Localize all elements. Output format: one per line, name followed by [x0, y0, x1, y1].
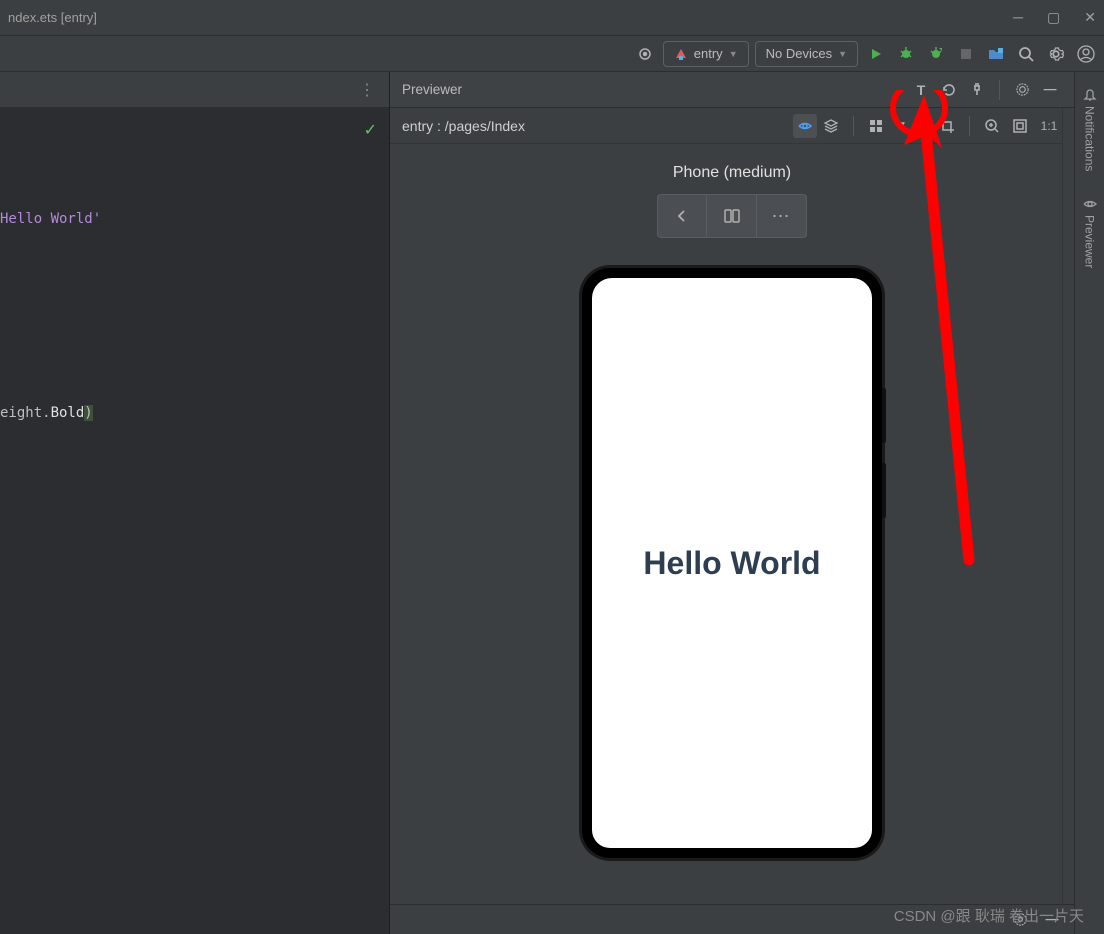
target-icon[interactable] — [633, 42, 657, 66]
window-controls: ─ ▢ ✕ — [1013, 9, 1096, 26]
refresh-icon[interactable] — [937, 78, 961, 102]
scrollbar[interactable] — [1062, 108, 1074, 904]
previewer-panel: Previewer T ─ entry : /pages/Index — [390, 72, 1074, 934]
previewer-subheader: entry : /pages/Index ▼ — [390, 108, 1074, 144]
device-label: No Devices — [766, 46, 832, 61]
minimize-icon[interactable]: ─ — [1013, 9, 1023, 26]
phone-side-button — [882, 463, 886, 518]
folder-icon[interactable] — [984, 42, 1008, 66]
window-title: ndex.ets [entry] — [8, 10, 1013, 25]
stop-icon[interactable] — [954, 42, 978, 66]
chevron-down-icon[interactable]: ▼ — [890, 114, 914, 138]
chevron-down-icon: ▼ — [729, 49, 738, 59]
inspect-icon[interactable] — [793, 114, 817, 138]
chevron-down-icon: ▼ — [838, 49, 847, 59]
crop-icon[interactable] — [935, 114, 959, 138]
phone-screen[interactable]: Hello World — [592, 278, 872, 848]
separator — [924, 116, 925, 136]
phone-mockup: Hello World — [582, 268, 882, 858]
module-dropdown[interactable]: entry ▼ — [663, 41, 749, 67]
previewer-header: Previewer T ─ — [390, 72, 1074, 108]
fit-screen-icon[interactable] — [1008, 114, 1032, 138]
breadcrumb: entry : /pages/Index — [402, 118, 789, 134]
debug-icon[interactable] — [894, 42, 918, 66]
maximize-icon[interactable]: ▢ — [1047, 9, 1060, 26]
layers-icon[interactable] — [819, 114, 843, 138]
code-content[interactable]: Hello World' eight.Bold) — [0, 108, 389, 437]
notifications-tab[interactable]: Notifications — [1079, 80, 1101, 179]
right-sidebar: Notifications Previewer — [1074, 72, 1104, 934]
gear-icon[interactable] — [1010, 78, 1034, 102]
preview-body: Phone (medium) ⋯ Hello World — [390, 144, 1074, 934]
account-icon[interactable] — [1074, 42, 1098, 66]
collapse-icon[interactable]: ─ — [1038, 78, 1062, 102]
separator — [999, 80, 1000, 100]
device-controls: ⋯ — [657, 194, 807, 238]
watermark: CSDN @跟 耿瑞 卷出一片天 — [894, 905, 1084, 926]
run-icon[interactable] — [864, 42, 888, 66]
gear-icon[interactable] — [1044, 42, 1068, 66]
fold-button[interactable] — [707, 194, 757, 238]
close-icon[interactable]: ✕ — [1084, 9, 1096, 26]
ratio-label[interactable]: 1:1 — [1036, 114, 1062, 138]
grid-icon[interactable] — [864, 114, 888, 138]
code-string: Hello World' — [0, 211, 101, 227]
check-icon: ✓ — [364, 120, 377, 140]
main-toolbar: entry ▼ No Devices ▼ — [0, 36, 1104, 72]
more-button[interactable]: ⋯ — [757, 194, 807, 238]
titlebar: ndex.ets [entry] ─ ▢ ✕ — [0, 0, 1104, 36]
zoom-in-icon[interactable] — [980, 114, 1004, 138]
previewer-title: Previewer — [402, 82, 905, 97]
screen-text: Hello World — [643, 545, 820, 582]
profile-icon[interactable] — [924, 42, 948, 66]
search-icon[interactable] — [1014, 42, 1038, 66]
editor-panel: ⋮ ✓ Hello World' eight.Bold) — [0, 72, 390, 934]
back-button[interactable] — [657, 194, 707, 238]
device-dropdown[interactable]: No Devices ▼ — [755, 41, 858, 67]
text-icon[interactable]: T — [909, 78, 933, 102]
editor-header: ⋮ — [0, 72, 389, 108]
module-label: entry — [694, 46, 723, 61]
separator — [853, 116, 854, 136]
more-icon[interactable]: ⋮ — [355, 78, 379, 102]
device-label: Phone (medium) — [673, 164, 791, 182]
plug-icon[interactable] — [965, 78, 989, 102]
previewer-tab[interactable]: Previewer — [1079, 189, 1101, 276]
separator — [969, 116, 970, 136]
phone-side-button — [882, 388, 886, 443]
